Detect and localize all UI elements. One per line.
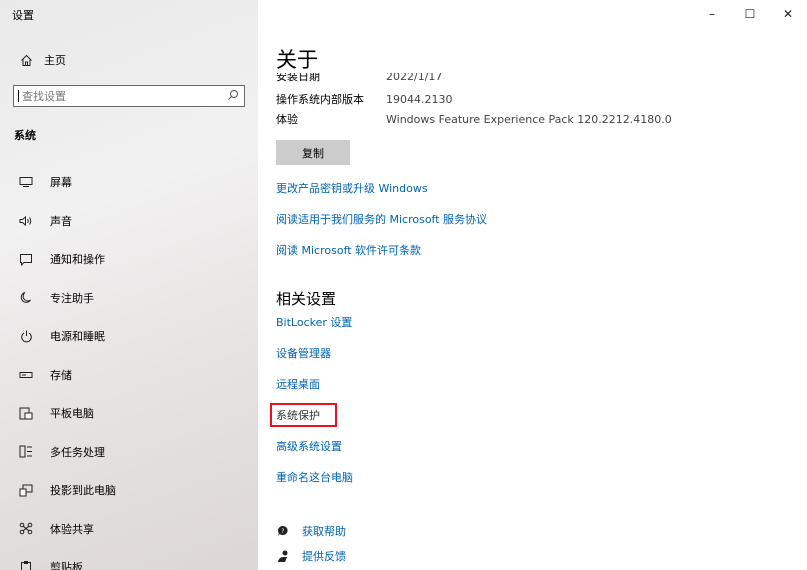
spec-key: 体验 <box>276 113 298 126</box>
page-title: 关于 <box>276 48 318 72</box>
sidebar-item-label: 专注助手 <box>50 291 94 305</box>
link-license-terms[interactable]: 阅读 Microsoft 软件许可条款 <box>276 242 421 258</box>
spec-key: 操作系统内部版本 <box>276 93 364 106</box>
feedback-icon <box>276 550 290 563</box>
spec-value: 19044.2130 <box>386 93 453 106</box>
link-bitlocker[interactable]: BitLocker 设置 <box>276 314 352 330</box>
sidebar-item-sound[interactable]: 声音 <box>6 202 256 241</box>
sidebar-item-label: 存储 <box>50 368 72 382</box>
feedback-row[interactable]: 提供反馈 <box>276 548 346 564</box>
notification-icon <box>14 253 38 266</box>
tablet-icon <box>14 407 38 420</box>
sidebar-home-label: 主页 <box>44 54 66 67</box>
sidebar-item-label: 声音 <box>50 214 72 228</box>
sidebar-item-storage[interactable]: 存储 <box>6 356 256 395</box>
text-caret <box>18 90 19 102</box>
related-settings-title: 相关设置 <box>276 290 337 308</box>
search-input[interactable] <box>22 89 212 103</box>
home-icon <box>14 54 38 67</box>
spec-value: 2022/1/17 <box>386 73 443 82</box>
sidebar-item-label: 电源和睡眠 <box>50 330 105 344</box>
sidebar-item-shared-experiences[interactable]: 体验共享 <box>6 510 256 549</box>
spec-value: Windows Feature Experience Pack 120.2212… <box>386 113 672 126</box>
link-change-product-key[interactable]: 更改产品密钥或升级 Windows <box>276 180 428 196</box>
sidebar-item-label: 屏幕 <box>50 176 72 190</box>
app-title: 设置 <box>12 9 34 22</box>
display-icon <box>14 176 38 188</box>
main-content: 关于 安装日期 2022/1/17 操作系统内部版本 19044.2130 体验… <box>258 0 807 570</box>
storage-icon <box>14 371 38 379</box>
sidebar-nav: 屏幕 声音 通知和操作 专注助手 电源和睡眠 存储 平板电脑 多任务处理 投影到… <box>6 163 256 570</box>
spec-row-os-build: 操作系统内部版本 19044.2130 <box>276 93 796 107</box>
spec-row-experience: 体验 Windows Feature Experience Pack 120.2… <box>276 113 796 127</box>
copy-button[interactable]: 复制 <box>276 140 350 165</box>
search-icon[interactable] <box>227 89 239 104</box>
sidebar-item-label: 通知和操作 <box>50 253 105 267</box>
sidebar-item-display[interactable]: 屏幕 <box>6 163 256 202</box>
multitask-icon <box>14 445 38 458</box>
link-feedback[interactable]: 提供反馈 <box>302 548 346 564</box>
sidebar-item-notifications[interactable]: 通知和操作 <box>6 240 256 279</box>
sidebar-item-label: 多任务处理 <box>50 445 105 459</box>
clipboard-icon <box>14 560 38 570</box>
sidebar-item-label: 平板电脑 <box>50 407 94 421</box>
link-services-agreement[interactable]: 阅读适用于我们服务的 Microsoft 服务协议 <box>276 211 487 227</box>
section-heading: 系统 <box>14 129 36 142</box>
svg-text:?: ? <box>281 528 284 535</box>
sidebar-item-label: 投影到此电脑 <box>50 484 116 498</box>
sidebar: 设置 主页 系统 屏幕 声音 通知和操 <box>0 0 258 570</box>
spec-key: 安装日期 <box>276 73 320 82</box>
moon-icon <box>14 291 38 304</box>
sidebar-item-clipboard[interactable]: 剪贴板 <box>6 548 256 570</box>
link-rename-pc[interactable]: 重命名这台电脑 <box>276 469 353 485</box>
help-chat-icon: ? <box>276 525 290 537</box>
highlight-box <box>270 403 337 427</box>
get-help-row[interactable]: ? 获取帮助 <box>276 523 346 539</box>
sidebar-item-project[interactable]: 投影到此电脑 <box>6 471 256 510</box>
spec-row-install-date: 安装日期 2022/1/17 <box>276 73 796 82</box>
link-advanced-system-settings[interactable]: 高级系统设置 <box>276 438 342 454</box>
sidebar-item-label: 剪贴板 <box>50 561 83 570</box>
link-device-manager[interactable]: 设备管理器 <box>276 345 331 361</box>
search-box[interactable] <box>13 85 245 107</box>
link-remote-desktop[interactable]: 远程桌面 <box>276 376 320 392</box>
power-icon <box>14 330 38 343</box>
link-get-help[interactable]: 获取帮助 <box>302 523 346 539</box>
sidebar-item-home[interactable]: 主页 <box>14 52 66 68</box>
sidebar-item-power[interactable]: 电源和睡眠 <box>6 317 256 356</box>
project-icon <box>14 484 38 497</box>
sidebar-item-multitasking[interactable]: 多任务处理 <box>6 433 256 472</box>
share-icon <box>14 522 38 535</box>
sidebar-item-focus-assist[interactable]: 专注助手 <box>6 279 256 318</box>
sidebar-item-label: 体验共享 <box>50 522 94 536</box>
sidebar-item-tablet[interactable]: 平板电脑 <box>6 394 256 433</box>
sound-icon <box>14 215 38 227</box>
